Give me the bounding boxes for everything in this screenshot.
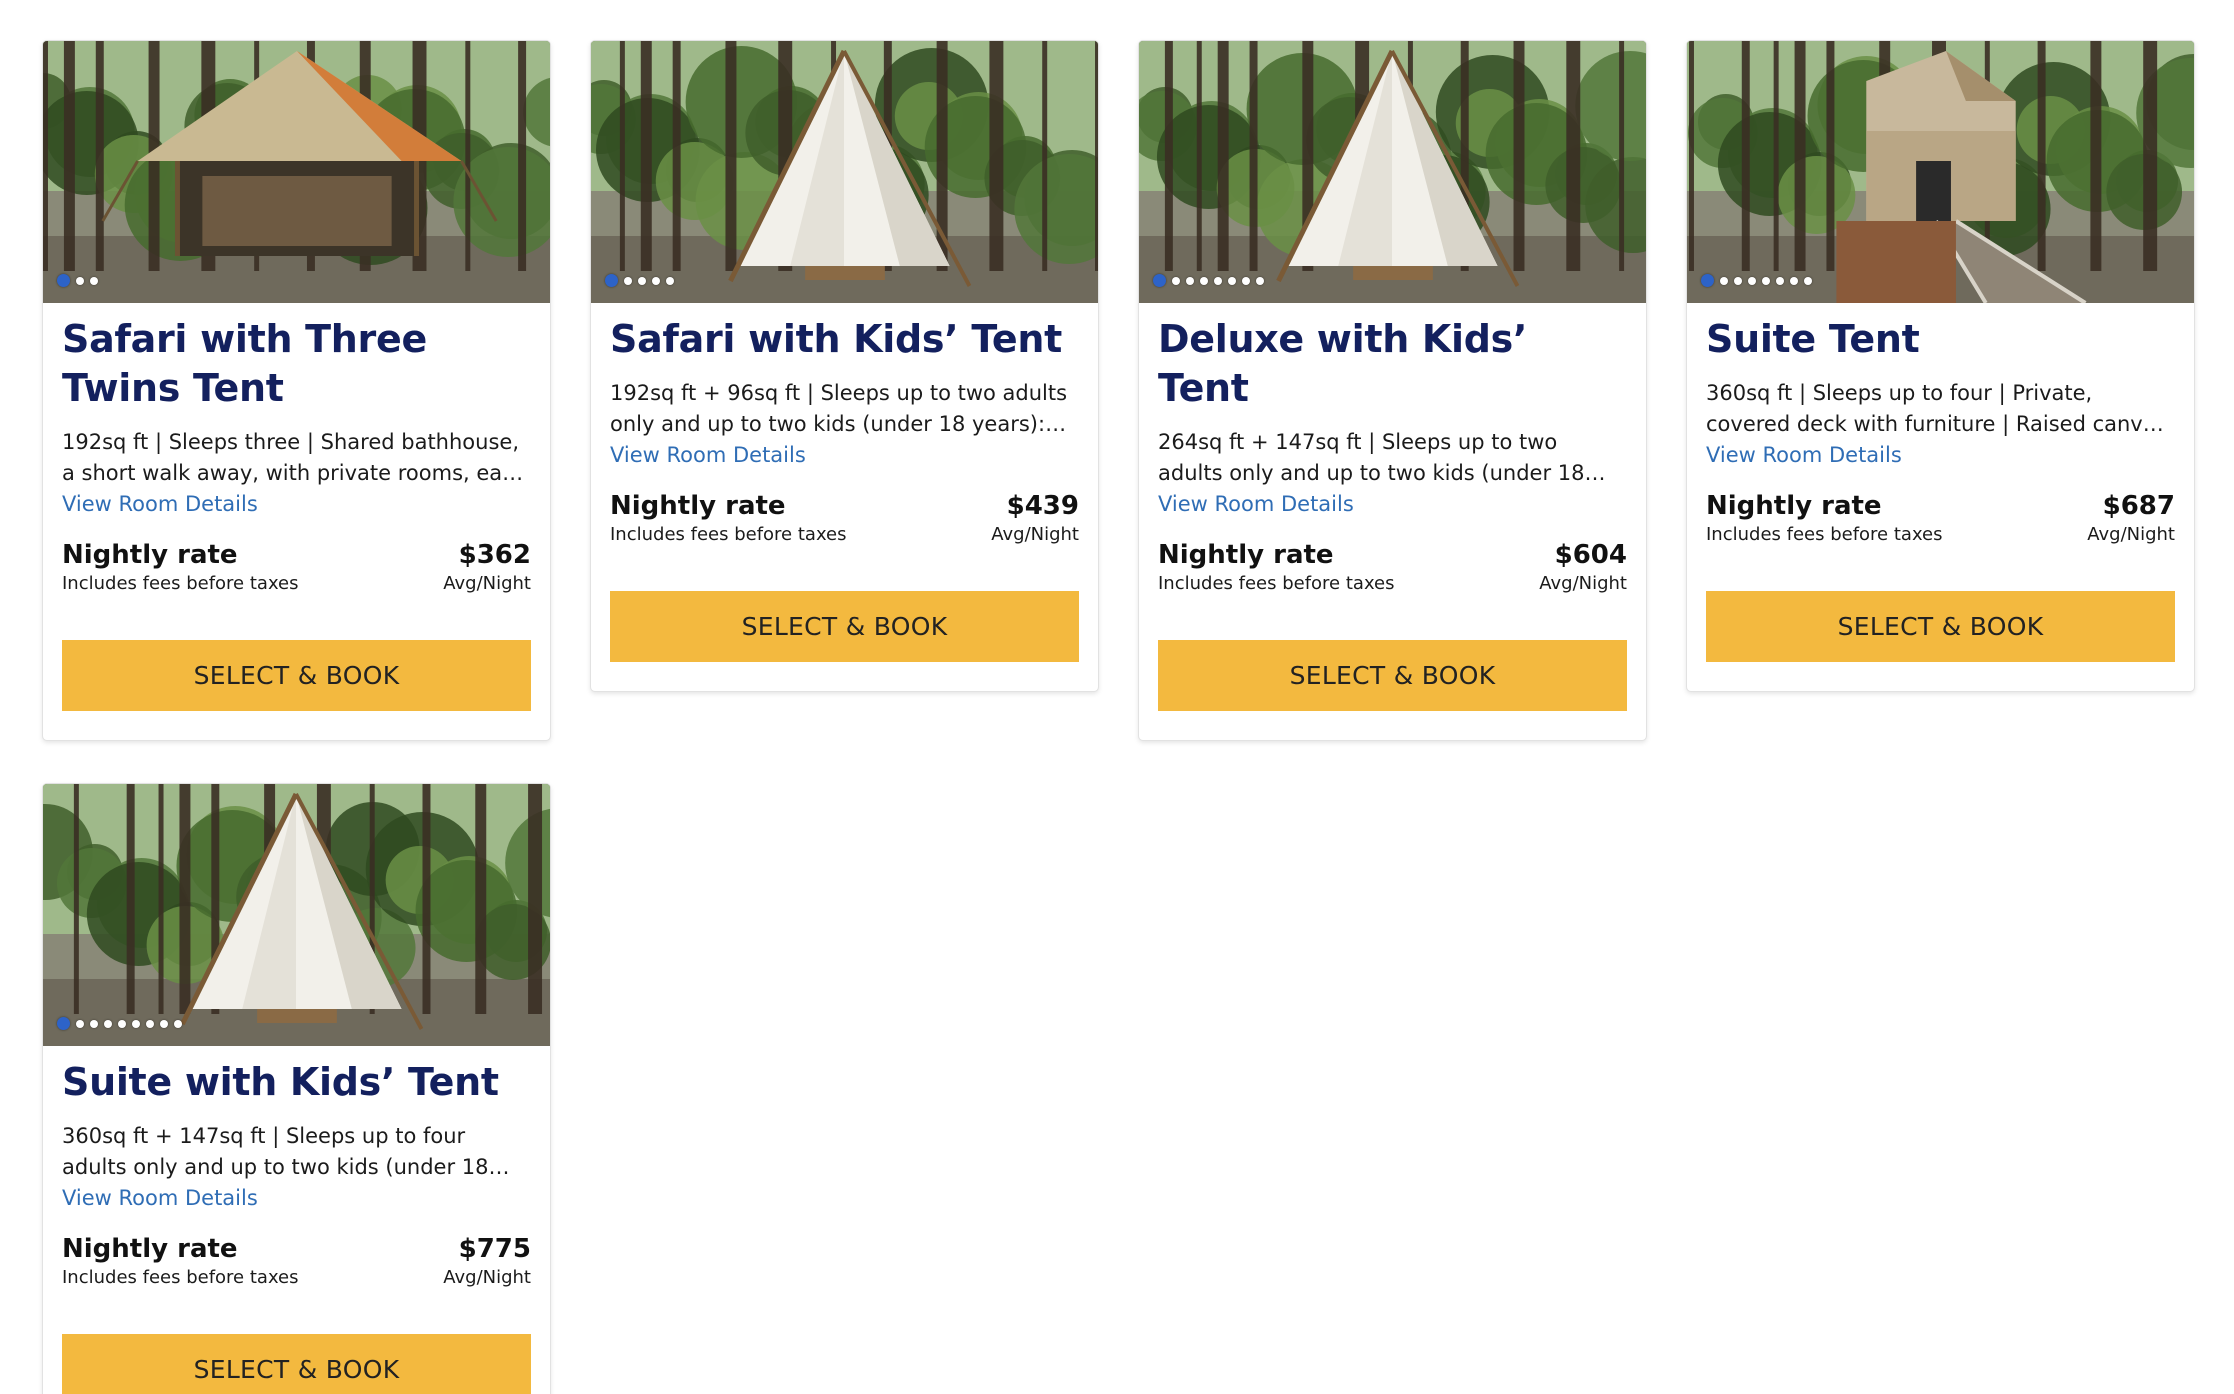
room-photo [43,784,550,1046]
room-photo-carousel[interactable] [43,41,550,303]
nightly-price: $775 [458,1234,531,1264]
carousel-dot[interactable] [1734,276,1742,285]
nightly-price: $439 [1006,491,1079,521]
carousel-dot[interactable] [160,1019,168,1028]
select-and-book-button[interactable]: SELECT & BOOK [62,1334,531,1394]
fees-note: Includes fees before taxes [1158,573,1395,594]
view-room-details-link[interactable]: View Room Details [1158,489,1627,519]
room-photo [1687,41,2194,303]
avg-per-night: Avg/Night [443,573,531,594]
carousel-indicators [57,274,98,287]
nightly-rate-label: Nightly rate [1706,491,1882,521]
carousel-dot[interactable] [1172,276,1180,285]
carousel-dot[interactable] [146,1019,154,1028]
avg-per-night: Avg/Night [2087,524,2175,545]
nightly-rate-label: Nightly rate [62,1234,238,1264]
fees-note: Includes fees before taxes [62,1267,299,1288]
nightly-price: $604 [1554,540,1627,570]
carousel-dot[interactable] [57,1017,70,1030]
nightly-rate-label: Nightly rate [610,491,786,521]
room-description: 192sq ft | Sleeps three | Shared bathhou… [62,430,528,485]
nightly-price: $687 [2102,491,2175,521]
room-photo-carousel[interactable] [1687,41,2194,303]
carousel-dot[interactable] [104,1019,112,1028]
room-description: 360sq ft | Sleeps up to four | Private, … [1706,381,2167,436]
room-photo [43,41,550,303]
room-description: 360sq ft + 147sq ft | Sleeps up to four … [62,1124,489,1179]
room-card: Safari with Kids’ Tent 192sq ft + 96sq f… [590,40,1099,692]
carousel-dot[interactable] [1214,276,1222,285]
carousel-dot[interactable] [132,1019,140,1028]
room-title: Suite with Kids’ Tent [62,1060,499,1104]
select-and-book-button[interactable]: SELECT & BOOK [610,591,1079,662]
carousel-dot[interactable] [1701,274,1714,287]
avg-per-night: Avg/Night [991,524,1079,545]
carousel-dot[interactable] [1242,276,1250,285]
carousel-dot[interactable] [1200,276,1208,285]
carousel-indicators [605,274,674,287]
carousel-dot[interactable] [1748,276,1756,285]
carousel-dot[interactable] [76,276,84,285]
room-title: Suite Tent [1706,317,1920,361]
carousel-indicators [1701,274,1812,287]
view-room-details-link[interactable]: View Room Details [1706,440,2175,470]
carousel-dot[interactable] [666,276,674,285]
room-photo [591,41,1098,303]
room-card: Safari with Three Twins Tent 192sq ft | … [42,40,551,741]
room-description: 264sq ft + 147sq ft | Sleeps up to two a… [1158,430,1585,485]
carousel-dot[interactable] [1153,274,1166,287]
carousel-dot[interactable] [1256,276,1264,285]
view-room-details-link[interactable]: View Room Details [62,1183,531,1213]
room-photo-carousel[interactable] [1139,41,1646,303]
carousel-dot[interactable] [118,1019,126,1028]
fees-note: Includes fees before taxes [1706,524,1943,545]
carousel-dot[interactable] [76,1019,84,1028]
carousel-dot[interactable] [1790,276,1798,285]
carousel-dot[interactable] [652,276,660,285]
room-photo-carousel[interactable] [591,41,1098,303]
room-title: Safari with Kids’ Tent [610,317,1062,361]
carousel-dot[interactable] [624,276,632,285]
room-card: Deluxe with Kids’ Tent 264sq ft + 147sq … [1138,40,1647,741]
room-card: Suite with Kids’ Tent 360sq ft + 147sq f… [42,783,551,1394]
fees-note: Includes fees before taxes [62,573,299,594]
nightly-price: $362 [458,540,531,570]
carousel-dot[interactable] [90,276,98,285]
carousel-dot[interactable] [1776,276,1784,285]
room-photo [1139,41,1646,303]
select-and-book-button[interactable]: SELECT & BOOK [62,640,531,711]
carousel-dot[interactable] [638,276,646,285]
carousel-dot[interactable] [1186,276,1194,285]
carousel-dot[interactable] [1228,276,1236,285]
carousel-dot[interactable] [1762,276,1770,285]
carousel-dot[interactable] [605,274,618,287]
select-and-book-button[interactable]: SELECT & BOOK [1158,640,1627,711]
select-and-book-button[interactable]: SELECT & BOOK [1706,591,2175,662]
carousel-dot[interactable] [174,1019,182,1028]
room-title: Safari with Three Twins Tent [62,317,427,410]
view-room-details-link[interactable]: View Room Details [62,489,531,519]
room-photo-carousel[interactable] [43,784,550,1046]
view-room-details-link[interactable]: View Room Details [610,440,1079,470]
carousel-dot[interactable] [1804,276,1812,285]
nightly-rate-label: Nightly rate [62,540,238,570]
room-description: 192sq ft + 96sq ft | Sleeps up to two ad… [610,381,1068,436]
avg-per-night: Avg/Night [443,1267,531,1288]
carousel-dot[interactable] [1720,276,1728,285]
nightly-rate-label: Nightly rate [1158,540,1334,570]
carousel-dot[interactable] [57,274,70,287]
avg-per-night: Avg/Night [1539,573,1627,594]
carousel-indicators [1153,274,1264,287]
room-title: Deluxe with Kids’ Tent [1158,317,1528,410]
carousel-indicators [57,1017,182,1030]
carousel-dot[interactable] [90,1019,98,1028]
fees-note: Includes fees before taxes [610,524,847,545]
room-card: Suite Tent 360sq ft | Sleeps up to four … [1686,40,2195,692]
